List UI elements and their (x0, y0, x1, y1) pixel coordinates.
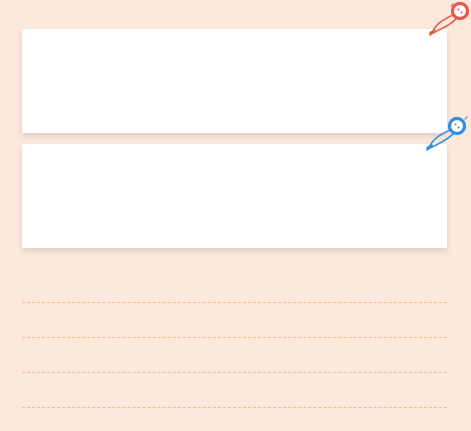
ruled-line (22, 337, 447, 338)
ruled-line (22, 407, 447, 408)
ruled-line (22, 302, 447, 303)
pushpin-red-icon (423, 0, 471, 40)
pushpin-blue-icon (420, 109, 471, 155)
ruled-line (22, 372, 447, 373)
note-card-1[interactable] (22, 29, 447, 133)
note-card-2[interactable] (22, 144, 447, 248)
